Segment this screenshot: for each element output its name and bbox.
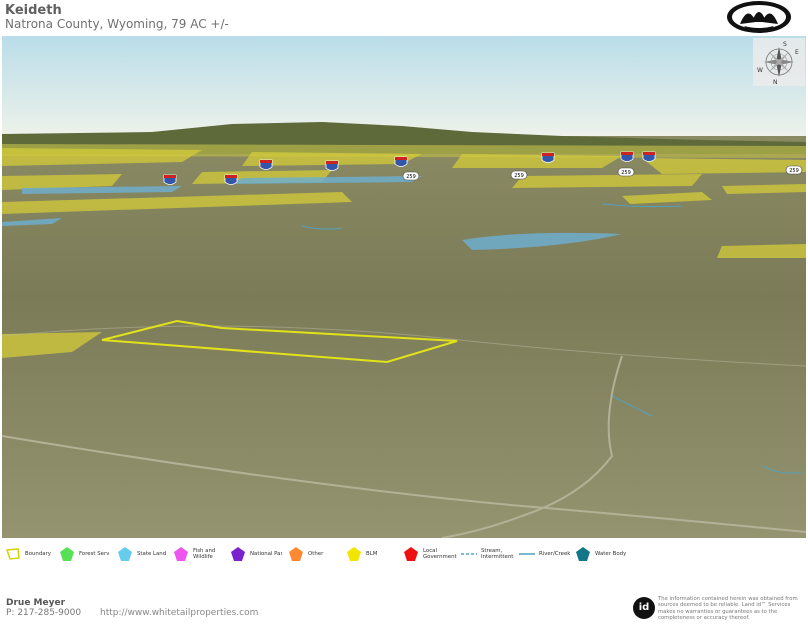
- map-legend: Boundary Forest Service State Land Fish …: [0, 544, 808, 568]
- compass-rose: S E W N: [753, 38, 805, 86]
- land-id-logo: id: [633, 597, 655, 619]
- legend-item-forest-service: Forest Service: [58, 544, 109, 564]
- legend-label: Boundary: [25, 551, 51, 557]
- legend-label: Forest Service: [79, 551, 109, 557]
- state-land-icon: [118, 547, 132, 561]
- legend-label: River/Creek: [539, 551, 571, 557]
- compass-label-n: N: [773, 79, 778, 86]
- legend-item-water-body: Water Body: [574, 544, 626, 564]
- highway-label: 259: [789, 168, 799, 174]
- legend-label: Stream, Intermittent: [481, 548, 514, 560]
- compass-label-w: W: [757, 67, 763, 74]
- page-title: Keideth: [5, 3, 62, 18]
- local-government-icon: [404, 547, 418, 561]
- legend-label: National Park: [250, 551, 282, 557]
- highway-label: 259: [406, 174, 416, 180]
- legend-label: State Land: [137, 551, 167, 557]
- river-creek-icon: [519, 553, 535, 555]
- disclaimer-text: The information contained herein was obt…: [658, 596, 798, 622]
- legend-item-fish-wildlife: Fish and Wildlife: [172, 544, 215, 564]
- website-link[interactable]: http://www.whitetailproperties.com: [100, 608, 258, 618]
- legend-item-national-park: National Park: [229, 544, 282, 564]
- compass-icon: S E W N: [757, 41, 799, 86]
- legend-item-local-government: Local Government: [402, 544, 457, 564]
- legend-item-river-creek: River/Creek: [518, 544, 570, 564]
- legend-label: Water Body: [595, 551, 627, 557]
- blm-land-icon: [347, 547, 361, 561]
- highway-label: 259: [514, 173, 524, 179]
- water-body-icon: [576, 547, 590, 561]
- agent-name: Drue Meyer: [6, 598, 66, 608]
- legend-label: Local Government: [423, 548, 457, 560]
- terrain-map[interactable]: 259 259 259 259: [2, 36, 806, 538]
- page-subtitle: Natrona County, Wyoming, 79 AC +/-: [5, 17, 229, 31]
- national-park-icon: [231, 547, 245, 561]
- forest-service-icon: [60, 547, 74, 561]
- legend-item-stream-intermittent: Stream, Intermittent: [460, 544, 513, 564]
- paw-logo-icon: [727, 1, 791, 33]
- legend-label: BLM: [366, 551, 378, 557]
- legend-item-state-land: State Land: [116, 544, 166, 564]
- legend-item-other: Other: [287, 544, 323, 564]
- other-land-icon: [289, 547, 303, 561]
- compass-label-s: S: [783, 41, 787, 48]
- legend-item-boundary: Boundary: [4, 544, 51, 564]
- compass-label-e: E: [795, 49, 799, 56]
- highway-label: 259: [621, 170, 631, 176]
- agent-phone: P: 217-285-9000: [6, 608, 82, 618]
- legend-label: Fish and Wildlife: [193, 548, 216, 560]
- boundary-icon: [5, 548, 20, 560]
- stream-intermittent-icon: [461, 553, 477, 555]
- fish-wildlife-icon: [174, 547, 188, 561]
- legend-item-blm: BLM: [345, 544, 377, 564]
- legend-label: Other: [308, 551, 324, 557]
